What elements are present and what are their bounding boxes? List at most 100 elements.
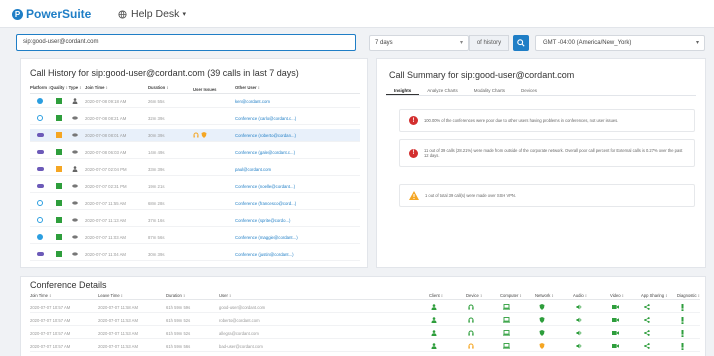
video-icon <box>612 317 619 324</box>
join-time-cell: 2020-07-07 11:03 AM <box>85 234 127 240</box>
call-history-row[interactable]: 2020-07-07 11:03 AM 87m 56s Conference (ma… <box>30 231 360 244</box>
join-time-cell: 2020-07-07 10:57 AM <box>30 331 71 336</box>
tab-devices[interactable]: Devices <box>513 86 545 95</box>
col-diagnostic[interactable]: Diagnostic ↕ <box>677 293 700 298</box>
col-type[interactable]: Type ↕ <box>68 85 82 93</box>
col-quality[interactable]: Quality ↕ <box>50 85 68 93</box>
insight-text: 100.00% of the conferences were poor due… <box>424 117 619 123</box>
quality-indicator <box>56 132 62 138</box>
conference-row[interactable]: 2020-07-07 10:57 AM 2020-07-07 11:58 AM 61… <box>30 302 700 313</box>
powersuite-logo[interactable]: P PowerSuite <box>12 7 91 21</box>
col-other-user[interactable]: Other User ↕ <box>235 85 360 93</box>
platform-cell <box>30 115 50 121</box>
computer-icon <box>503 304 510 311</box>
other-user-link[interactable]: paul@cordant.com <box>235 167 360 172</box>
timezone-select[interactable]: GMT -04:00 (America/New_York) ▾ <box>535 35 705 51</box>
conference-icon <box>72 116 78 120</box>
col-computer[interactable]: Computer ↕ <box>500 293 522 298</box>
web-client-icon <box>37 200 43 206</box>
diagnostic-icon <box>681 304 684 312</box>
logo-text: PowerSuite <box>26 7 92 21</box>
conference-row[interactable]: 2020-07-07 10:57 AM 2020-07-07 11:53 AM 61… <box>30 315 700 326</box>
quality-indicator <box>56 149 62 155</box>
type-cell <box>68 166 82 172</box>
user-cell: bad-user@cordant.com <box>219 344 263 349</box>
col-video[interactable]: Video ↕ <box>610 293 624 298</box>
call-history-row[interactable]: 2020-07-07 02:04 PM 33m 39s paul@cordant.c… <box>30 163 360 176</box>
call-history-row[interactable]: 2020-07-08 06:03 AM 14m 49s Conference (ga… <box>30 146 360 159</box>
col-join-time[interactable]: Join Time ↕ <box>82 85 148 93</box>
other-user-link[interactable]: Conference (maggie@cordant...) <box>235 235 360 240</box>
other-user-link[interactable]: Conference (carlo@cordant.c...) <box>235 116 360 121</box>
col-network[interactable]: Network ↕ <box>535 293 554 298</box>
col-duration[interactable]: Duration ↕ <box>148 85 193 93</box>
duration-cell: 33m 39s <box>148 166 165 172</box>
call-history-row[interactable]: 2020-07-08 08:01 AM 30m 39s Conference (ro… <box>30 129 360 142</box>
duration-cell: 61h 59m 59s <box>166 305 191 310</box>
conference-icon <box>72 201 78 205</box>
call-history-row[interactable]: 2020-07-07 11:13 AM 37m 16s Conference (sp… <box>30 214 360 227</box>
insight-text: 11 out of 39 calls (28.21%) were made fr… <box>424 147 683 159</box>
col-join-time[interactable]: Join Time ↕ <box>30 293 51 298</box>
type-cell <box>68 132 82 138</box>
col-audio[interactable]: Audio ↕ <box>573 293 587 298</box>
quality-cell <box>50 132 68 138</box>
user-search-input[interactable]: sip:good-user@cordant.com <box>16 34 356 51</box>
conference-icon <box>72 218 78 222</box>
app-sharing-icon <box>644 343 650 350</box>
col-platform[interactable]: Platform ↕ <box>30 85 50 93</box>
quality-indicator <box>56 200 62 206</box>
tab-insights[interactable]: Insights <box>386 86 420 95</box>
user-cell: good-user@cordant.com <box>219 305 266 310</box>
history-range-value: 7 days <box>375 40 393 46</box>
quality-cell <box>50 166 68 172</box>
quality-cell <box>50 234 68 240</box>
tab-analyze-charts[interactable]: Analyze Charts <box>419 86 466 95</box>
other-user-link[interactable]: Conference (francesco@cord...) <box>235 201 360 206</box>
conference-icon <box>72 252 78 256</box>
other-user-link[interactable]: Conference (justin@cordant...) <box>235 252 360 257</box>
phone-icon <box>36 184 44 188</box>
user-cell: roberto@cordant.com <box>219 318 260 323</box>
col-client[interactable]: Client ↕ <box>429 293 443 298</box>
call-history-row[interactable]: 2020-07-08 09:18 AM 26m 55s ken@cordant.co… <box>30 95 360 108</box>
other-user-link[interactable]: Conference (sprite@cordo...) <box>235 218 360 223</box>
other-user-link[interactable]: Conference (roberto@cordan...) <box>235 133 360 138</box>
quality-indicator <box>56 98 62 104</box>
type-cell <box>68 98 82 104</box>
platform-cell <box>30 98 50 104</box>
other-user-link[interactable]: ken@cordant.com <box>235 99 360 104</box>
insight-alert: 1 out of total 39 call(s) were made over… <box>399 184 695 207</box>
logo-mark: P <box>12 8 23 20</box>
timezone-value: GMT -04:00 (America/New_York) <box>543 40 632 46</box>
search-button[interactable] <box>513 35 529 51</box>
other-user-link[interactable]: Conference (gale@cordant.c...) <box>235 150 360 155</box>
col-user[interactable]: User ↕ <box>219 293 231 298</box>
platform-cell <box>30 252 50 256</box>
duration-cell: 87m 56s <box>148 234 165 240</box>
history-range-select[interactable]: 7 days ▾ <box>369 35 469 51</box>
call-history-row[interactable]: 2020-07-07 02:31 PM 19m 21s Conference (no… <box>30 180 360 193</box>
audio-icon <box>576 304 582 311</box>
col-leave-time[interactable]: Leave Time ↕ <box>98 293 123 298</box>
duration-cell: 14m 49s <box>148 149 165 155</box>
call-history-row[interactable]: 2020-07-07 11:55 AM 68m 28s Conference (fr… <box>30 197 360 210</box>
chevron-down-icon: ▾ <box>460 40 464 46</box>
col-app-sharing[interactable]: App Sharing ↕ <box>641 293 667 298</box>
help-desk-menu[interactable]: Help Desk ▾ <box>118 8 186 20</box>
col-device[interactable]: Device ↕ <box>466 293 482 298</box>
skype-icon <box>37 98 43 104</box>
chevron-down-icon: ▾ <box>182 11 186 18</box>
other-user-link[interactable]: Conference (noelle@cordant...) <box>235 184 360 189</box>
app-sharing-icon <box>644 317 650 324</box>
conference-row[interactable]: 2020-07-07 10:57 AM 2020-07-07 11:53 AM 61… <box>30 341 700 352</box>
call-history-row[interactable]: 2020-07-07 11:04 AM 30m 39s Conference (ju… <box>30 248 360 261</box>
conference-row[interactable]: 2020-07-07 10:57 AM 2020-07-07 11:53 AM 61… <box>30 328 700 339</box>
call-history-row[interactable]: 2020-07-08 08:21 AM 32m 39s Conference (ca… <box>30 112 360 125</box>
type-cell <box>68 217 82 223</box>
leave-time-cell: 2020-07-07 11:58 AM <box>98 305 138 310</box>
tab-modality-charts[interactable]: Modality Charts <box>466 86 513 95</box>
join-time-cell: 2020-07-08 09:18 AM <box>85 98 127 104</box>
col-duration[interactable]: Duration ↕ <box>166 293 185 298</box>
client-status-icon <box>431 317 437 324</box>
